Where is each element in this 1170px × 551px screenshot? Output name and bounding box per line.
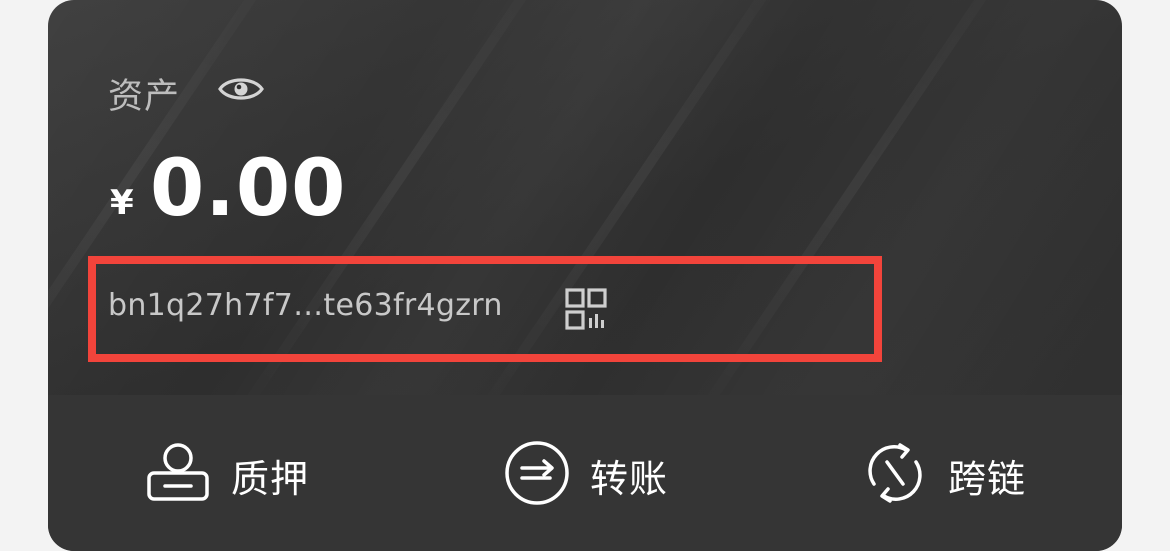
stake-label: 质押 [231, 456, 310, 501]
asset-label: 资产 [108, 77, 181, 117]
bridge-button[interactable]: 跨链 [862, 443, 1026, 507]
balance-panel: 资产 ¥ 0.00 bn1q27h7f7…te63fr4gzrn [48, 0, 1122, 395]
qrcode-icon[interactable] [565, 288, 607, 330]
transfer-button[interactable]: 转账 [504, 440, 669, 510]
balance-amount: 0.00 [150, 144, 347, 234]
transfer-label: 转账 [590, 456, 669, 501]
currency-symbol: ¥ [110, 183, 134, 223]
wallet-address[interactable]: bn1q27h7f7…te63fr4gzrn [108, 288, 503, 323]
stake-icon [145, 440, 211, 510]
wallet-card: 资产 ¥ 0.00 bn1q27h7f7…te63fr4gzrn 质押 转账 跨… [48, 0, 1122, 551]
stake-button[interactable]: 质押 [145, 443, 309, 507]
bridge-label: 跨链 [948, 456, 1027, 501]
action-bar: 质押 转账 跨链 [48, 395, 1122, 551]
transfer-icon [504, 440, 570, 510]
eye-icon[interactable] [218, 74, 264, 104]
bridge-icon [862, 440, 928, 510]
